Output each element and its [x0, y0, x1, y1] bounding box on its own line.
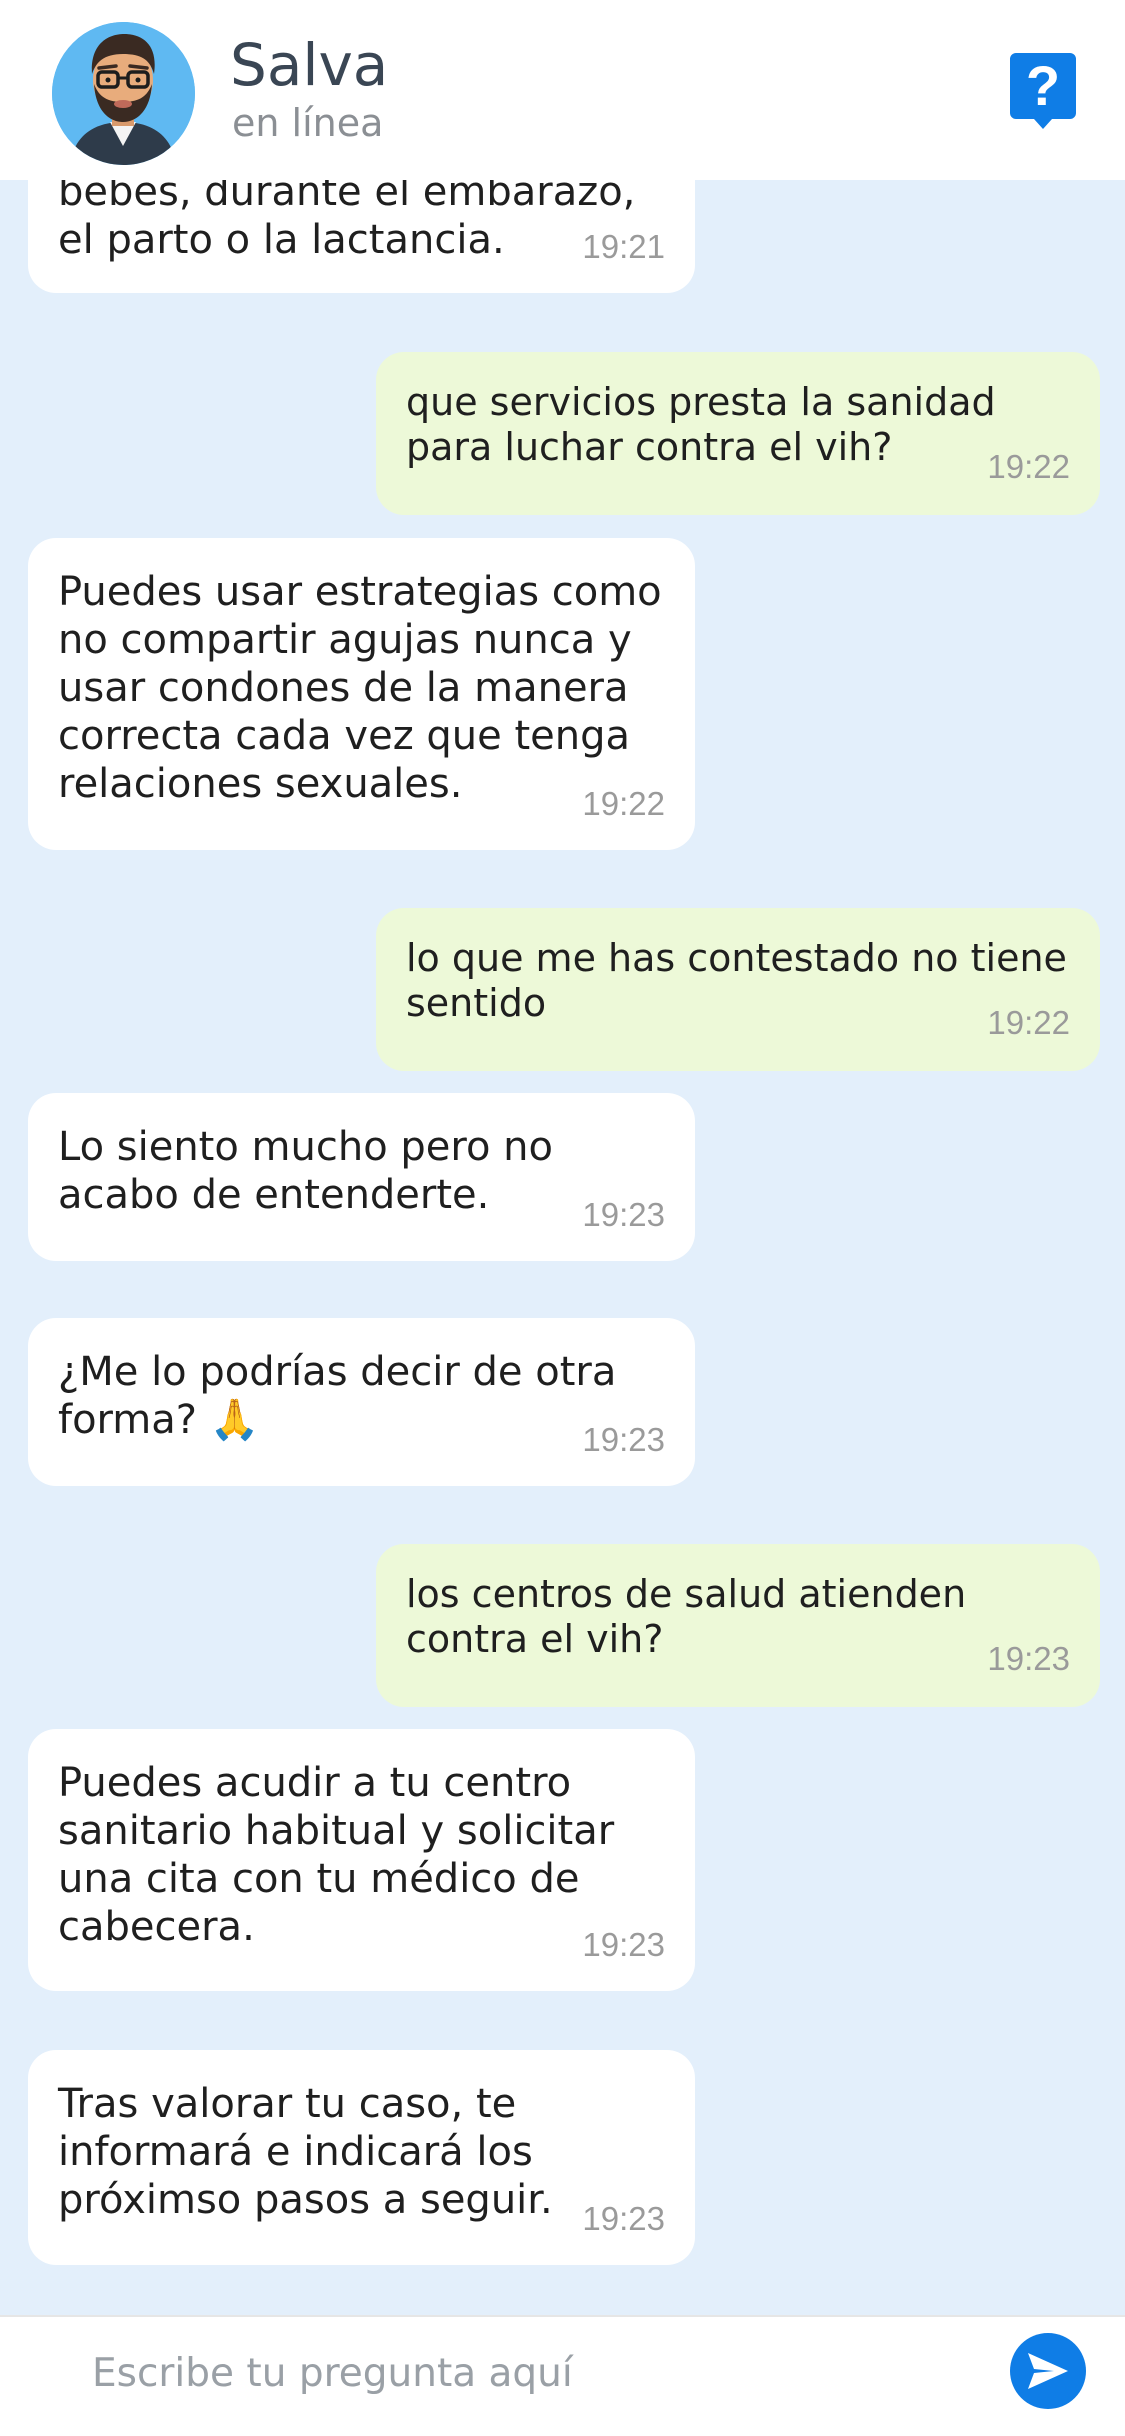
message-time: 19:23 [582, 1421, 665, 1458]
help-button[interactable]: ? [1010, 53, 1076, 129]
help-glyph: ? [1026, 54, 1060, 117]
user-message: que servicios presta la sanidad para luc… [376, 352, 1100, 515]
chat-screen: bebes, durante el embarazo, el parto o l… [0, 0, 1125, 2436]
contact-status: en línea [232, 101, 384, 145]
message-text: Puedes usar estrategias como no comparti… [58, 569, 662, 807]
contact-name: Salva [230, 31, 389, 99]
message-time: 19:23 [987, 1640, 1070, 1677]
bot-message: Tras valorar tu caso, te informará e ind… [28, 2050, 695, 2265]
message-text: Puedes acudir a tu centro sanitario habi… [58, 1760, 615, 1950]
message-text: Tras valorar tu caso, te informará e ind… [58, 2081, 553, 2223]
avatar[interactable] [52, 22, 195, 165]
bot-message: ¿Me lo podrías decir de otra forma? 🙏 19… [28, 1318, 695, 1486]
message-time: 19:23 [582, 2200, 665, 2237]
bot-message: Lo siento mucho pero no acabo de entende… [28, 1093, 695, 1261]
message-time: 19:22 [987, 1004, 1070, 1041]
message-text: ¿Me lo podrías decir de otra forma? 🙏 [58, 1349, 617, 1443]
send-button[interactable] [1010, 2333, 1086, 2409]
message-text: lo que me has contestado no tiene sentid… [406, 936, 1067, 1025]
send-icon [1028, 2353, 1068, 2389]
message-input[interactable] [90, 2337, 974, 2409]
message-text: bebes, durante el embarazo, el parto o l… [58, 169, 636, 263]
user-message: los centros de salud atienden contra el … [376, 1544, 1100, 1707]
help-icon: ? [1010, 53, 1076, 129]
message-time: 19:23 [582, 1926, 665, 1963]
bot-message: Puedes usar estrategias como no comparti… [28, 538, 695, 850]
message-text: los centros de salud atienden contra el … [406, 1572, 967, 1661]
message-time: 19:22 [582, 785, 665, 822]
composer-bar [0, 2315, 1125, 2436]
bot-message: Puedes acudir a tu centro sanitario habi… [28, 1729, 695, 1991]
chat-header: Salva en línea ? [0, 0, 1125, 180]
message-time: 19:22 [987, 448, 1070, 485]
message-time: 19:21 [582, 228, 665, 265]
message-text: Lo siento mucho pero no acabo de entende… [58, 1124, 553, 1218]
message-text: que servicios presta la sanidad para luc… [406, 380, 996, 469]
user-message: lo que me has contestado no tiene sentid… [376, 908, 1100, 1071]
message-list[interactable]: bebes, durante el embarazo, el parto o l… [0, 0, 1125, 2315]
message-time: 19:23 [582, 1196, 665, 1233]
avatar-illustration [52, 22, 195, 165]
